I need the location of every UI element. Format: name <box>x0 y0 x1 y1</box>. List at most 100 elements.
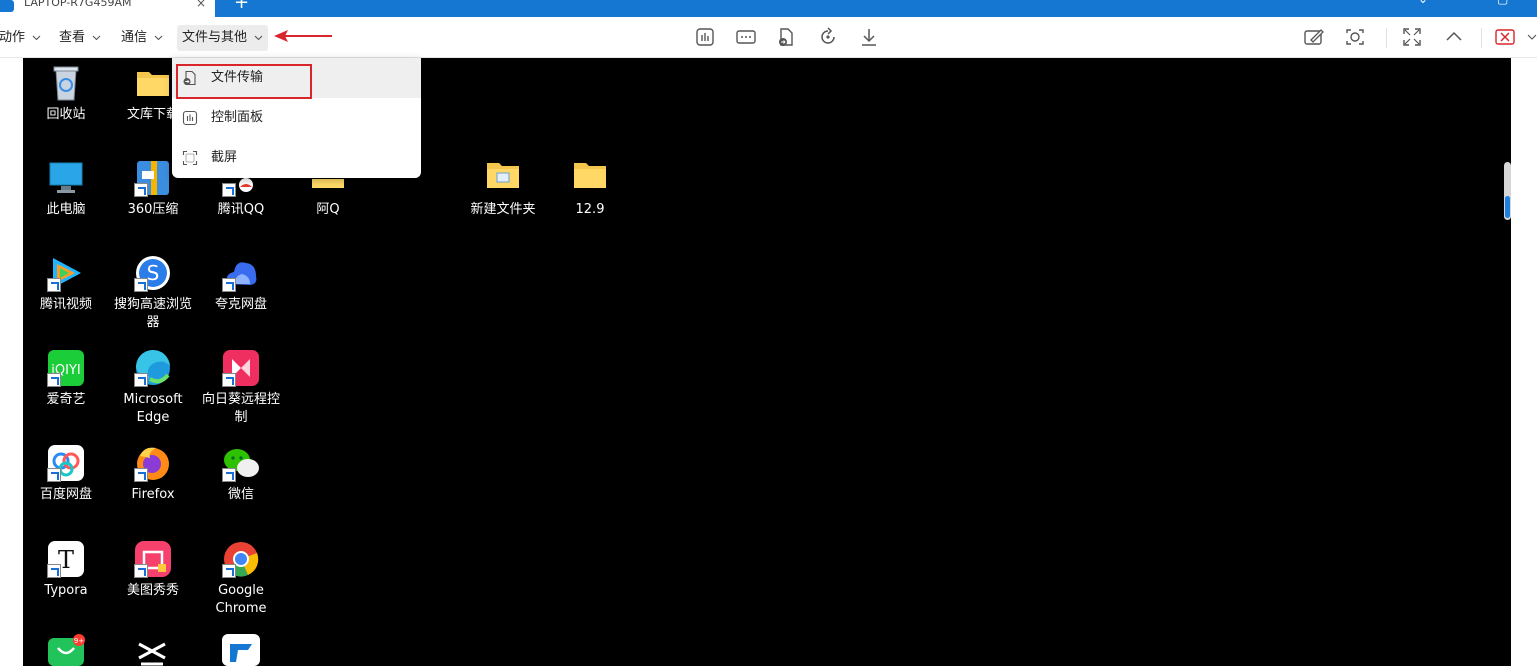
svg-text:S: S <box>147 261 160 285</box>
divider <box>1386 28 1387 48</box>
desktop-icon-this-pc[interactable]: 此电脑 <box>21 159 111 219</box>
desktop-icon-sogou-browser[interactable]: S 搜狗高速浏览器 <box>108 254 198 332</box>
shortcut-arrow-icon <box>134 373 148 387</box>
shopping-bag-icon[interactable]: 9+ <box>48 634 88 666</box>
disconnect-icon[interactable] <box>1494 26 1516 48</box>
folder-icon <box>574 163 606 188</box>
menu-files-and-other-label: 文件与其他 <box>182 30 248 45</box>
app-icon <box>0 0 14 12</box>
shortcut-arrow-icon <box>134 564 148 578</box>
annotation-highlight-box <box>176 64 312 99</box>
shortcut-arrow-icon <box>222 468 236 482</box>
menu-action[interactable]: 动作 <box>0 25 46 51</box>
desktop-icon-label: 向日葵远程控制 <box>201 392 280 425</box>
menu-communication[interactable]: 通信 <box>116 25 168 51</box>
desktop-icon-label: 爱奇艺 <box>46 392 86 407</box>
this-pc-icon <box>49 162 83 193</box>
desktop-icon-label: 腾讯QQ <box>217 202 265 217</box>
folder-icon <box>487 163 519 188</box>
desktop-icon-meitu[interactable]: 美图秀秀 <box>108 540 198 600</box>
desktop-icon-label: 回收站 <box>46 107 86 122</box>
desktop-icon-label: 微信 <box>227 487 254 502</box>
camera-icon[interactable] <box>1344 26 1366 48</box>
control-panel-icon <box>182 110 198 126</box>
desktop-icon-tencent-video[interactable]: 腾讯视频 <box>21 254 111 314</box>
collapse-icon[interactable] <box>1443 26 1465 48</box>
desktop-icon-label: 搜狗高速浏览器 <box>113 297 192 330</box>
desktop-icon-label: 360压缩 <box>127 202 179 217</box>
desktop-icon-edge[interactable]: Microsoft Edge <box>108 349 198 427</box>
desktop-icon-label: Firefox <box>131 487 175 502</box>
minimize-button[interactable]: — <box>1458 0 1470 6</box>
chevron-down-icon <box>32 35 41 40</box>
recycle-bin-icon <box>53 66 79 101</box>
tab-title: LAPTOP-R7G459AM <box>24 0 132 9</box>
shortcut-arrow-icon <box>222 564 236 578</box>
desktop-icon-wechat[interactable]: 微信 <box>196 444 286 504</box>
file-transfer-icon[interactable] <box>775 26 797 48</box>
chevron-down-icon[interactable]: ⌄ <box>1418 0 1428 6</box>
desktop-icon-label: 百度网盘 <box>39 487 92 502</box>
desktop-icon-quark-drive[interactable]: 夸克网盘 <box>196 254 286 314</box>
menu-view[interactable]: 查看 <box>54 25 106 51</box>
menu-action-label: 动作 <box>0 30 26 45</box>
desktop-icon-folder[interactable]: 12.9 <box>545 159 635 219</box>
desktop-icon-folder[interactable]: 新建文件夹 <box>458 159 548 219</box>
maximize-button[interactable]: ▢ <box>1497 0 1508 6</box>
desktop-icon-label: 此电脑 <box>46 202 86 217</box>
tab-close-button[interactable]: × <box>196 0 206 10</box>
session-tab[interactable]: LAPTOP-R7G459AM × <box>0 0 215 17</box>
shortcut-arrow-icon <box>47 278 61 292</box>
edit-screen-icon[interactable] <box>1303 26 1325 48</box>
desktop-icon-iqiyi[interactable]: iQIYI 爱奇艺 <box>21 349 111 409</box>
desktop-icon-label: Typora <box>44 583 88 598</box>
shortcut-arrow-icon <box>134 183 148 197</box>
menu-files-and-other[interactable]: 文件与其他 <box>177 25 269 51</box>
new-tab-button[interactable]: + <box>234 0 249 12</box>
app-icon-partial[interactable] <box>222 634 260 666</box>
toolbar: 动作 查看 通信 文件与其他 <box>0 17 1537 58</box>
desktop-icon-chrome[interactable]: Google Chrome <box>196 540 286 618</box>
desktop-icon-firefox[interactable]: Firefox <box>108 444 198 504</box>
desktop-icon-label: Microsoft Edge <box>123 392 183 425</box>
annotation-arrow <box>274 30 332 42</box>
desktop-icon-label: 新建文件夹 <box>470 202 536 217</box>
monitor-chart-icon[interactable] <box>694 26 716 48</box>
refresh-icon[interactable] <box>817 26 839 48</box>
shortcut-arrow-icon <box>47 373 61 387</box>
chevron-down-icon[interactable] <box>1527 34 1537 42</box>
folder-icon <box>137 72 169 96</box>
scrollbar-thumb[interactable] <box>1505 196 1510 218</box>
menu-view-label: 查看 <box>59 30 86 45</box>
divider <box>1481 28 1482 48</box>
shortcut-arrow-icon <box>47 564 61 578</box>
menu-communication-label: 通信 <box>121 30 148 45</box>
notification-badge: 9+ <box>74 637 84 645</box>
desktop-icon-baidu-drive[interactable]: 百度网盘 <box>21 444 111 504</box>
keyboard-icon[interactable] <box>735 26 757 48</box>
desktop-icon-label: 美图秀秀 <box>126 583 179 598</box>
download-icon[interactable] <box>858 26 880 48</box>
capcut-icon[interactable] <box>135 640 171 666</box>
shortcut-arrow-icon <box>47 468 61 482</box>
shortcut-arrow-icon <box>222 183 236 197</box>
desktop-icon-recycle-bin[interactable]: 回收站 <box>21 64 111 124</box>
desktop-icon-label: 12.9 <box>575 202 605 217</box>
chevron-down-icon <box>154 35 163 40</box>
shortcut-arrow-icon <box>222 278 236 292</box>
chevron-down-icon <box>254 35 263 40</box>
desktop-icon-label: Google Chrome <box>215 583 267 616</box>
shortcut-arrow-icon <box>134 278 148 292</box>
desktop-icon-label: 夸克网盘 <box>214 297 267 312</box>
desktop-icon-label: 阿Q <box>316 202 340 217</box>
fullscreen-icon[interactable] <box>1401 26 1423 48</box>
screenshot-icon <box>182 150 198 166</box>
shortcut-arrow-icon <box>222 373 236 387</box>
desktop-icon-sunflower-remote[interactable]: 向日葵远程控制 <box>196 349 286 427</box>
menu-item-label: 控制面板 <box>211 110 264 125</box>
desktop-icon-typora[interactable]: T Typora <box>21 540 111 600</box>
chevron-down-icon <box>92 35 101 40</box>
menu-item-label: 截屏 <box>211 150 238 165</box>
menu-item-screenshot[interactable]: 截屏 <box>172 138 421 178</box>
menu-item-control-panel[interactable]: 控制面板 <box>172 98 421 138</box>
